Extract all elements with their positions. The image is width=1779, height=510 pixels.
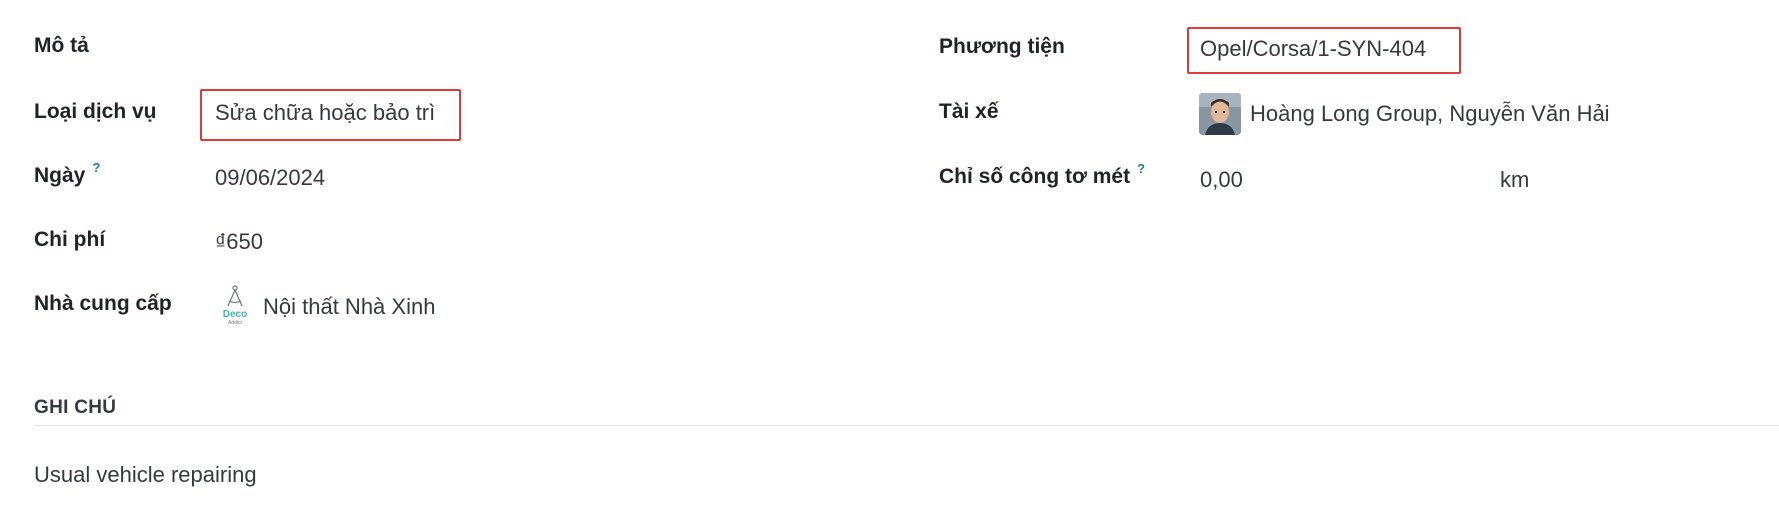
vehicle-label: Phương tiện — [939, 35, 1065, 58]
date-help-icon[interactable]: ? — [92, 160, 100, 175]
odometer-unit: km — [1500, 167, 1530, 192]
date-label: Ngày? — [34, 160, 100, 188]
notes-divider — [34, 425, 1779, 426]
vehicle-highlight — [1187, 27, 1461, 74]
driver-avatar[interactable] — [1199, 93, 1241, 135]
vendor-logo-text: Deco — [223, 309, 247, 320]
vendor-label: Nhà cung cấp — [34, 292, 172, 315]
date-field[interactable]: 09/06/2024 — [215, 165, 325, 191]
driver-label: Tài xế — [939, 100, 999, 123]
driver-field[interactable]: Hoàng Long Group, Nguyễn Văn Hải — [1250, 101, 1610, 127]
vendor-field[interactable]: Nội thất Nhà Xinh — [263, 294, 435, 320]
description-label: Mô tả — [34, 34, 89, 57]
service-type-label: Loại dịch vụ — [34, 100, 157, 123]
vendor-logo: Deco Addict — [218, 284, 252, 328]
service-type-highlight — [200, 89, 461, 141]
date-label-text: Ngày — [34, 164, 86, 187]
deco-compass-icon: Deco Addict — [223, 285, 247, 326]
cost-field[interactable]: ₫650 — [215, 229, 263, 255]
odometer-label-text: Chỉ số công tơ mét — [939, 165, 1131, 188]
driver-avatar-icon — [1199, 93, 1241, 135]
odometer-help-icon[interactable]: ? — [1137, 161, 1145, 176]
notes-section-title: GHI CHÚ — [34, 397, 117, 418]
odometer-field[interactable]: 0,00 — [1200, 167, 1243, 193]
cost-label: Chi phí — [34, 228, 106, 251]
notes-text[interactable]: Usual vehicle repairing — [34, 462, 257, 488]
vendor-logo-subtext: Addict — [228, 320, 243, 326]
odometer-label: Chỉ số công tơ mét? — [939, 161, 1145, 189]
